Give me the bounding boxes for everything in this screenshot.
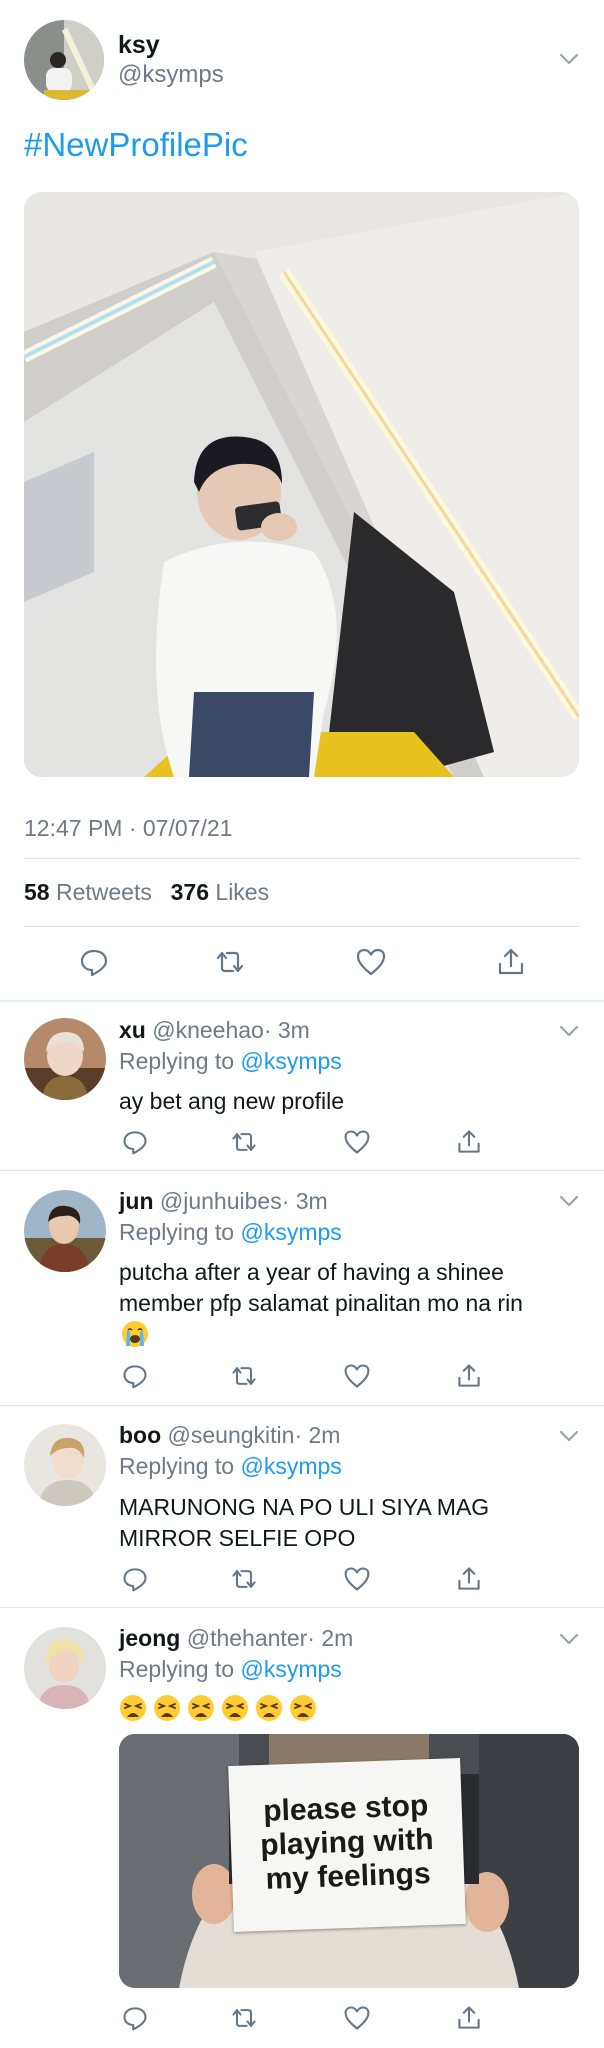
like-heart-icon[interactable] [355,946,387,978]
reply-header: jun @junhuibes· 3m [119,1188,328,1215]
likes-count[interactable]: 376 [171,879,209,905]
author-handle[interactable]: @ksymps [118,61,224,89]
author-avatar[interactable] [24,20,104,100]
reply-icon[interactable] [121,1128,149,1156]
retweet-icon[interactable] [214,946,246,978]
weary-face-emoji [153,1694,181,1722]
reply-time: · 2m [294,1422,341,1448]
reply-display-name[interactable]: jun [119,1188,154,1214]
replying-to-line: Replying to @ksymps [119,1219,342,1246]
reply-icon[interactable] [121,2004,149,2032]
weary-face-emoji-row [119,1694,323,1724]
weary-face-emoji [187,1694,215,1722]
reply-header: jeong @thehanter· 2m [119,1625,353,1652]
reply-time: · 2m [307,1625,354,1651]
retweet-icon[interactable] [230,1565,258,1593]
likes-label[interactable]: Likes [215,879,269,905]
tweet-stats: 58 Retweets 376 Likes [24,879,269,906]
reply-header: boo @seungkitin· 2m [119,1422,340,1449]
reply-display-name[interactable]: boo [119,1422,161,1448]
reply-display-name[interactable]: jeong [119,1625,180,1651]
reply-header: xu @kneehao· 3m [119,1017,310,1044]
divider [0,1405,604,1406]
replying-to-link[interactable]: @ksymps [240,1656,341,1682]
retweets-count[interactable]: 58 [24,879,50,905]
share-icon[interactable] [455,1362,483,1390]
reply-handle[interactable]: @seungkitin [168,1422,295,1448]
tweet-photo[interactable] [24,192,579,777]
divider [24,926,580,927]
divider [24,858,580,859]
like-heart-icon[interactable] [343,1362,371,1390]
reply-handle[interactable]: @thehanter [187,1625,308,1651]
retweet-icon[interactable] [230,1362,258,1390]
tweet-timestamp[interactable]: 12:47 PM · 07/07/21 [24,815,232,842]
crying-face-emoji [121,1320,149,1348]
chevron-down-icon[interactable] [556,1626,582,1652]
replying-to-line: Replying to @ksymps [119,1453,342,1480]
replying-to-prefix: Replying to [119,1219,235,1245]
reply-avatar[interactable] [24,1190,106,1272]
replying-to-line: Replying to @ksymps [119,1656,342,1683]
chevron-down-icon[interactable] [556,1018,582,1044]
share-icon[interactable] [455,2004,483,2032]
chevron-down-icon[interactable] [556,1423,582,1449]
meme-sign-line: my feelings [265,1857,432,1896]
weary-face-emoji [119,1694,147,1722]
share-icon[interactable] [495,946,527,978]
replying-to-link[interactable]: @ksymps [240,1453,341,1479]
reply-avatar[interactable] [24,1018,106,1100]
reply-time: · 3m [281,1188,328,1214]
reply-icon[interactable] [121,1565,149,1593]
like-heart-icon[interactable] [343,2004,371,2032]
replying-to-link[interactable]: @ksymps [240,1219,341,1245]
divider [0,1000,604,1002]
share-icon[interactable] [455,1128,483,1156]
weary-face-emoji [289,1694,317,1722]
reply-handle[interactable]: @kneehao [152,1017,264,1043]
weary-face-emoji [255,1694,283,1722]
replying-to-prefix: Replying to [119,1048,235,1074]
chevron-down-icon[interactable] [556,1188,582,1214]
reply-icon[interactable] [121,1362,149,1390]
reply-avatar[interactable] [24,1424,106,1506]
weary-face-emoji [221,1694,249,1722]
like-heart-icon[interactable] [343,1565,371,1593]
tweet-hashtag-text[interactable]: #NewProfilePic [24,126,248,164]
reply-time: · 3m [263,1017,310,1043]
reply-display-name[interactable]: xu [119,1017,146,1043]
reply-text-line: MIRROR SELFIE OPO [119,1525,356,1551]
replying-to-line: Replying to @ksymps [119,1048,342,1075]
retweets-label[interactable]: Retweets [56,879,152,905]
reply-avatar[interactable] [24,1627,106,1709]
meme-sign: please stop playing with my feelings [228,1758,466,1932]
reply-text-line: MARUNONG NA PO ULI SIYA MAG [119,1494,490,1520]
author-display-name[interactable]: ksy [118,31,160,60]
reply-meme-image[interactable]: please stop playing with my feelings [119,1734,579,1988]
retweet-icon[interactable] [230,1128,258,1156]
share-icon[interactable] [455,1565,483,1593]
replying-to-prefix: Replying to [119,1453,235,1479]
reply-text: ay bet ang new profile [119,1088,345,1114]
divider [0,1170,604,1171]
replying-to-prefix: Replying to [119,1656,235,1682]
reply-text-line: putcha after a year of having a shinee [119,1259,504,1285]
retweet-icon[interactable] [230,2004,258,2032]
like-heart-icon[interactable] [343,1128,371,1156]
chevron-down-icon[interactable] [556,46,582,72]
replying-to-link[interactable]: @ksymps [240,1048,341,1074]
divider [0,1607,604,1608]
reply-text-line: member pfp salamat pinalitan mo na rin [119,1290,523,1316]
reply-icon[interactable] [78,946,110,978]
reply-handle[interactable]: @junhuibes [160,1188,282,1214]
